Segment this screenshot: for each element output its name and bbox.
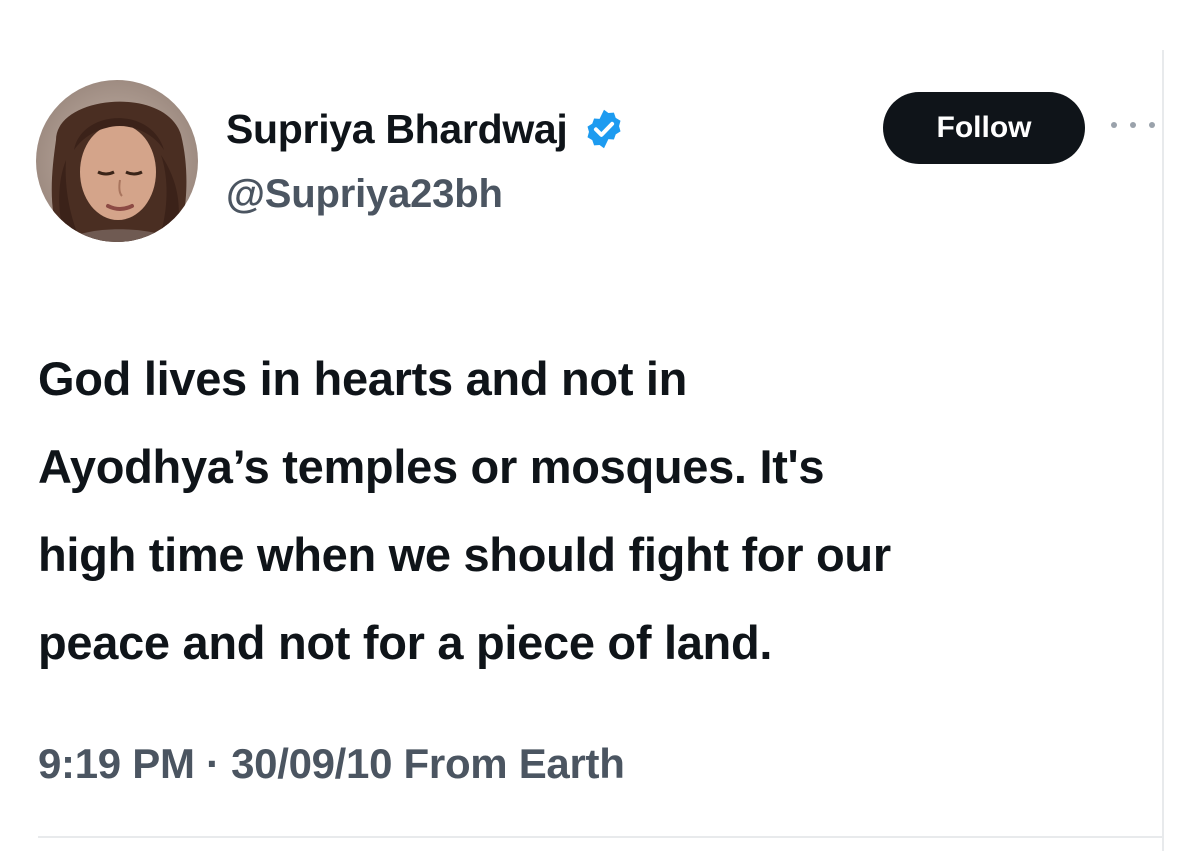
display-name-row: Supriya Bhardwaj — [226, 99, 626, 159]
tweet-screenshot: Supriya Bhardwaj @Supriya23bh Follow God… — [0, 0, 1200, 851]
right-divider — [1162, 50, 1164, 851]
tweet-text: God lives in hearts and not in Ayodhya’s… — [38, 335, 1158, 687]
avatar[interactable] — [36, 80, 198, 242]
tweet-metadata: 9:19 PM · 30/09/10 From Earth — [38, 740, 625, 788]
tweet-text-line: high time when we should fight for our — [38, 528, 891, 581]
more-dot — [1149, 122, 1155, 128]
tweet-time[interactable]: 9:19 PM — [38, 740, 195, 787]
follow-button[interactable]: Follow — [883, 92, 1085, 164]
tweet-text-line: peace and not for a piece of land. — [38, 616, 773, 669]
tweet-source: From Earth — [403, 740, 625, 787]
more-dot — [1130, 122, 1136, 128]
verified-badge-icon — [582, 107, 626, 151]
more-options-icon[interactable] — [1111, 113, 1155, 137]
tweet-text-line: Ayodhya’s temples or mosques. It's — [38, 440, 825, 493]
meta-separator: · — [206, 740, 220, 787]
tweet-text-line: God lives in hearts and not in — [38, 352, 688, 405]
more-dot — [1111, 122, 1117, 128]
user-handle[interactable]: @Supriya23bh — [226, 172, 503, 217]
display-name[interactable]: Supriya Bhardwaj — [226, 106, 568, 153]
tweet-date[interactable]: 30/09/10 — [231, 740, 392, 787]
avatar-photo — [36, 80, 198, 242]
bottom-divider — [38, 836, 1162, 838]
